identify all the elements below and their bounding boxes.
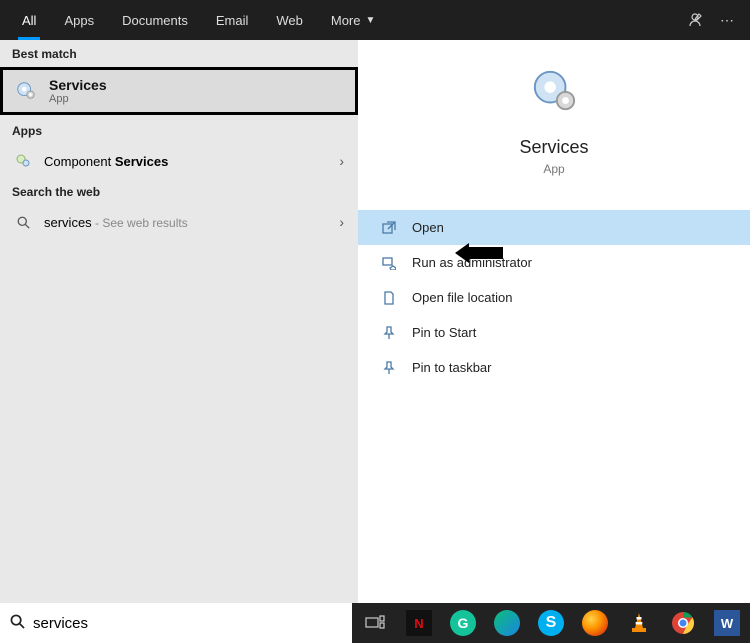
skype-icon[interactable]: S: [536, 608, 566, 638]
result-title: Services: [49, 77, 107, 93]
netflix-icon[interactable]: N: [404, 608, 434, 638]
preview-title: Services: [519, 137, 588, 158]
preview-subtitle: App: [543, 162, 564, 176]
result-label: Component Services: [44, 154, 327, 169]
result-component-services[interactable]: Component Services ›: [0, 144, 358, 178]
task-view-icon[interactable]: [360, 608, 390, 638]
action-open[interactable]: Open: [358, 210, 750, 245]
action-open-file-location[interactable]: Open file location: [358, 280, 750, 315]
pin-icon: [380, 361, 398, 375]
result-subtitle: App: [49, 93, 107, 105]
chrome-icon[interactable]: [668, 608, 698, 638]
action-label: Pin to taskbar: [412, 360, 492, 375]
pin-icon: [380, 326, 398, 340]
action-label: Open: [412, 220, 444, 235]
tab-more[interactable]: More ▼: [317, 0, 390, 40]
best-match-header: Best match: [0, 40, 358, 67]
chevron-right-icon: ›: [339, 153, 344, 169]
open-icon: [380, 221, 398, 235]
apps-header: Apps: [0, 117, 358, 144]
best-match-result[interactable]: Services App: [0, 67, 358, 115]
tab-label: Documents: [122, 13, 188, 28]
action-list: Open Run as administrator Open file loca…: [358, 210, 750, 385]
action-pin-to-taskbar[interactable]: Pin to taskbar: [358, 350, 750, 385]
preview-panel: Services App Open Run as administrator O…: [358, 40, 750, 603]
edge-icon[interactable]: [492, 608, 522, 638]
tab-email[interactable]: Email: [202, 0, 263, 40]
firefox-icon[interactable]: [580, 608, 610, 638]
tab-label: More: [331, 13, 361, 28]
tab-web[interactable]: Web: [262, 0, 317, 40]
tab-documents[interactable]: Documents: [108, 0, 202, 40]
file-location-icon: [380, 291, 398, 305]
word-icon[interactable]: W: [712, 608, 742, 638]
taskbar: N G S W: [0, 603, 750, 643]
web-header: Search the web: [0, 178, 358, 205]
vlc-icon[interactable]: [624, 608, 654, 638]
tab-label: Web: [276, 13, 303, 28]
tab-label: Apps: [64, 13, 94, 28]
action-label: Open file location: [412, 290, 512, 305]
action-label: Run as administrator: [412, 255, 532, 270]
taskbar-search[interactable]: [0, 603, 352, 643]
action-label: Pin to Start: [412, 325, 476, 340]
taskbar-tray: N G S W: [352, 603, 750, 643]
action-run-as-admin[interactable]: Run as administrator: [358, 245, 750, 280]
more-options-icon[interactable]: ⋯: [712, 12, 742, 29]
search-icon: [14, 216, 32, 229]
search-category-tabs: All Apps Documents Email Web More ▼ ⋯: [0, 0, 750, 40]
tab-label: All: [22, 13, 36, 28]
services-icon: [531, 68, 577, 119]
result-label: services - See web results: [44, 215, 327, 230]
search-icon: [10, 614, 25, 633]
tab-all[interactable]: All: [8, 0, 50, 40]
search-input[interactable]: [33, 615, 342, 632]
results-panel: Best match Services App Apps Component S…: [0, 40, 358, 603]
feedback-icon[interactable]: [682, 12, 712, 28]
admin-icon: [380, 256, 398, 270]
tab-label: Email: [216, 13, 249, 28]
chevron-down-icon: ▼: [365, 15, 375, 26]
action-pin-to-start[interactable]: Pin to Start: [358, 315, 750, 350]
grammarly-icon[interactable]: G: [448, 608, 478, 638]
result-web-services[interactable]: services - See web results ›: [0, 205, 358, 239]
component-services-icon: [14, 154, 32, 168]
services-icon: [15, 80, 37, 102]
tab-apps[interactable]: Apps: [50, 0, 108, 40]
chevron-right-icon: ›: [339, 214, 344, 230]
